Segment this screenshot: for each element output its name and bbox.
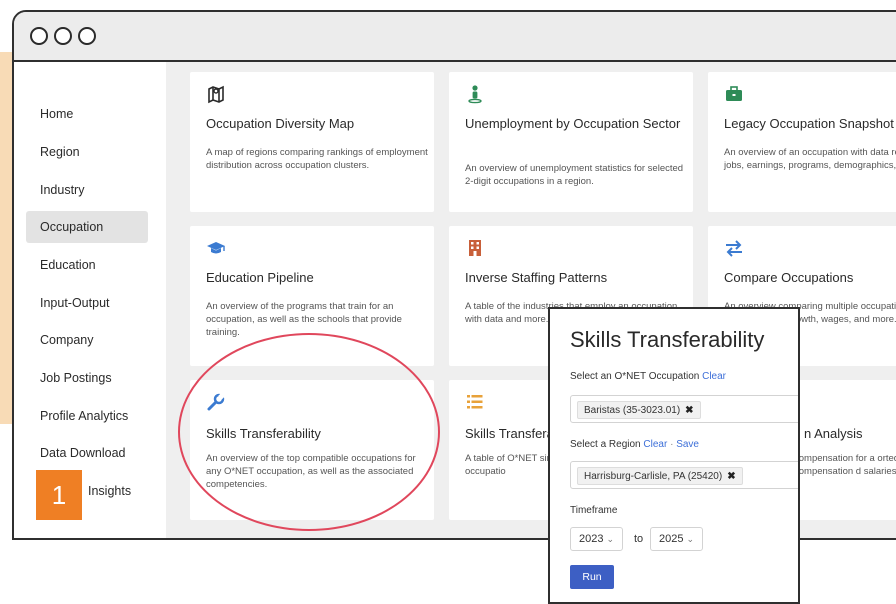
card-legacy-occupation-snapshot[interactable]: Legacy Occupation Snapshot An overview o… xyxy=(708,72,896,212)
region-chip-label: Harrisburg-Carlisle, PA (25420) xyxy=(584,471,723,482)
sidebar-item-input-output[interactable]: Input-Output xyxy=(26,287,148,319)
card-title: Occupation Diversity Map xyxy=(206,116,355,131)
occupation-field-label: Select an O*NET Occupation Clear xyxy=(570,371,726,382)
timeframe-to-value: 2025 xyxy=(659,533,684,545)
card-title: Compare Occupations xyxy=(724,270,854,285)
card-title: Legacy Occupation Snapshot xyxy=(724,116,894,131)
region-field-label: Select a Region Clear · Save xyxy=(570,439,699,450)
sidebar-item-company[interactable]: Company xyxy=(26,324,148,356)
card-description: compensation for a orted compensation d … xyxy=(794,453,896,477)
card-title: Unemployment by Occupation Sector xyxy=(465,116,681,131)
card-title: n Analysis xyxy=(804,426,863,441)
briefcase-icon xyxy=(724,84,744,104)
list-icon xyxy=(465,392,485,412)
person-pin-icon xyxy=(465,84,485,104)
chevron-down-icon: ⌄ xyxy=(686,534,695,544)
card-description: An overview of unemployment statistics f… xyxy=(465,163,684,187)
sidebar-item-education[interactable]: Education xyxy=(26,249,148,281)
card-description: An overview of an occupation with data r… xyxy=(724,147,896,171)
window-titlebar xyxy=(14,12,896,62)
window-close-dot[interactable] xyxy=(30,27,48,45)
card-occupation-diversity-map[interactable]: Occupation Diversity Map A map of region… xyxy=(190,72,434,212)
popup-title: Skills Transferability xyxy=(570,327,765,352)
occupation-chip-label: Baristas (35-3023.01) xyxy=(584,405,681,416)
region-select[interactable]: Harrisburg-Carlisle, PA (25420) ✖ xyxy=(570,461,798,489)
region-separator: · xyxy=(670,439,674,450)
sidebar: Home Region Industry Occupation Educatio… xyxy=(14,62,166,538)
region-save-link[interactable]: Save xyxy=(676,439,699,450)
remove-chip-icon[interactable]: ✖ xyxy=(727,471,735,482)
page: Home Region Industry Occupation Educatio… xyxy=(0,0,896,604)
occupation-chip: Baristas (35-3023.01) ✖ xyxy=(577,401,701,419)
timeframe-from-value: 2023 xyxy=(579,533,604,545)
map-icon xyxy=(206,84,226,104)
sidebar-item-home[interactable]: Home xyxy=(26,98,148,130)
card-description: A map of regions comparing rankings of e… xyxy=(206,147,428,171)
window-maximize-dot[interactable] xyxy=(78,27,96,45)
card-title: Education Pipeline xyxy=(206,270,314,285)
chevron-down-icon: ⌄ xyxy=(606,534,615,544)
timeframe-label: Timeframe xyxy=(570,505,618,516)
arrows-exchange-icon xyxy=(724,238,744,258)
highlight-circle xyxy=(178,333,440,531)
step-number-badge: 1 xyxy=(36,470,82,520)
timeframe-to-select[interactable]: 2025 ⌄ xyxy=(650,527,704,551)
sidebar-item-job-postings[interactable]: Job Postings xyxy=(26,362,148,394)
occupation-label-text: Select an O*NET Occupation xyxy=(570,371,700,382)
window-minimize-dot[interactable] xyxy=(54,27,72,45)
timeframe-from-select[interactable]: 2023 ⌄ xyxy=(570,527,624,551)
sidebar-item-occupation[interactable]: Occupation xyxy=(26,211,148,243)
building-icon xyxy=(465,238,485,258)
occupation-clear-link[interactable]: Clear xyxy=(702,371,726,382)
region-clear-link[interactable]: Clear xyxy=(643,439,667,450)
card-unemployment-by-occupation-sector[interactable]: Unemployment by Occupation Sector An ove… xyxy=(449,72,693,212)
sidebar-item-industry[interactable]: Industry xyxy=(26,174,148,206)
timeframe-to-word: to xyxy=(634,533,644,545)
remove-chip-icon[interactable]: ✖ xyxy=(685,405,693,416)
region-label-text: Select a Region xyxy=(570,439,641,450)
run-button[interactable]: Run xyxy=(570,565,614,589)
card-title: Inverse Staffing Patterns xyxy=(465,270,608,285)
skills-transferability-popup: Skills Transferability Select an O*NET O… xyxy=(548,307,800,604)
region-chip: Harrisburg-Carlisle, PA (25420) ✖ xyxy=(577,467,743,485)
sidebar-item-region[interactable]: Region xyxy=(26,136,148,168)
sidebar-item-data-download[interactable]: Data Download xyxy=(26,437,148,469)
graduation-cap-icon xyxy=(206,238,226,258)
sidebar-item-profile-analytics[interactable]: Profile Analytics xyxy=(26,400,148,432)
occupation-select[interactable]: Baristas (35-3023.01) ✖ xyxy=(570,395,798,423)
